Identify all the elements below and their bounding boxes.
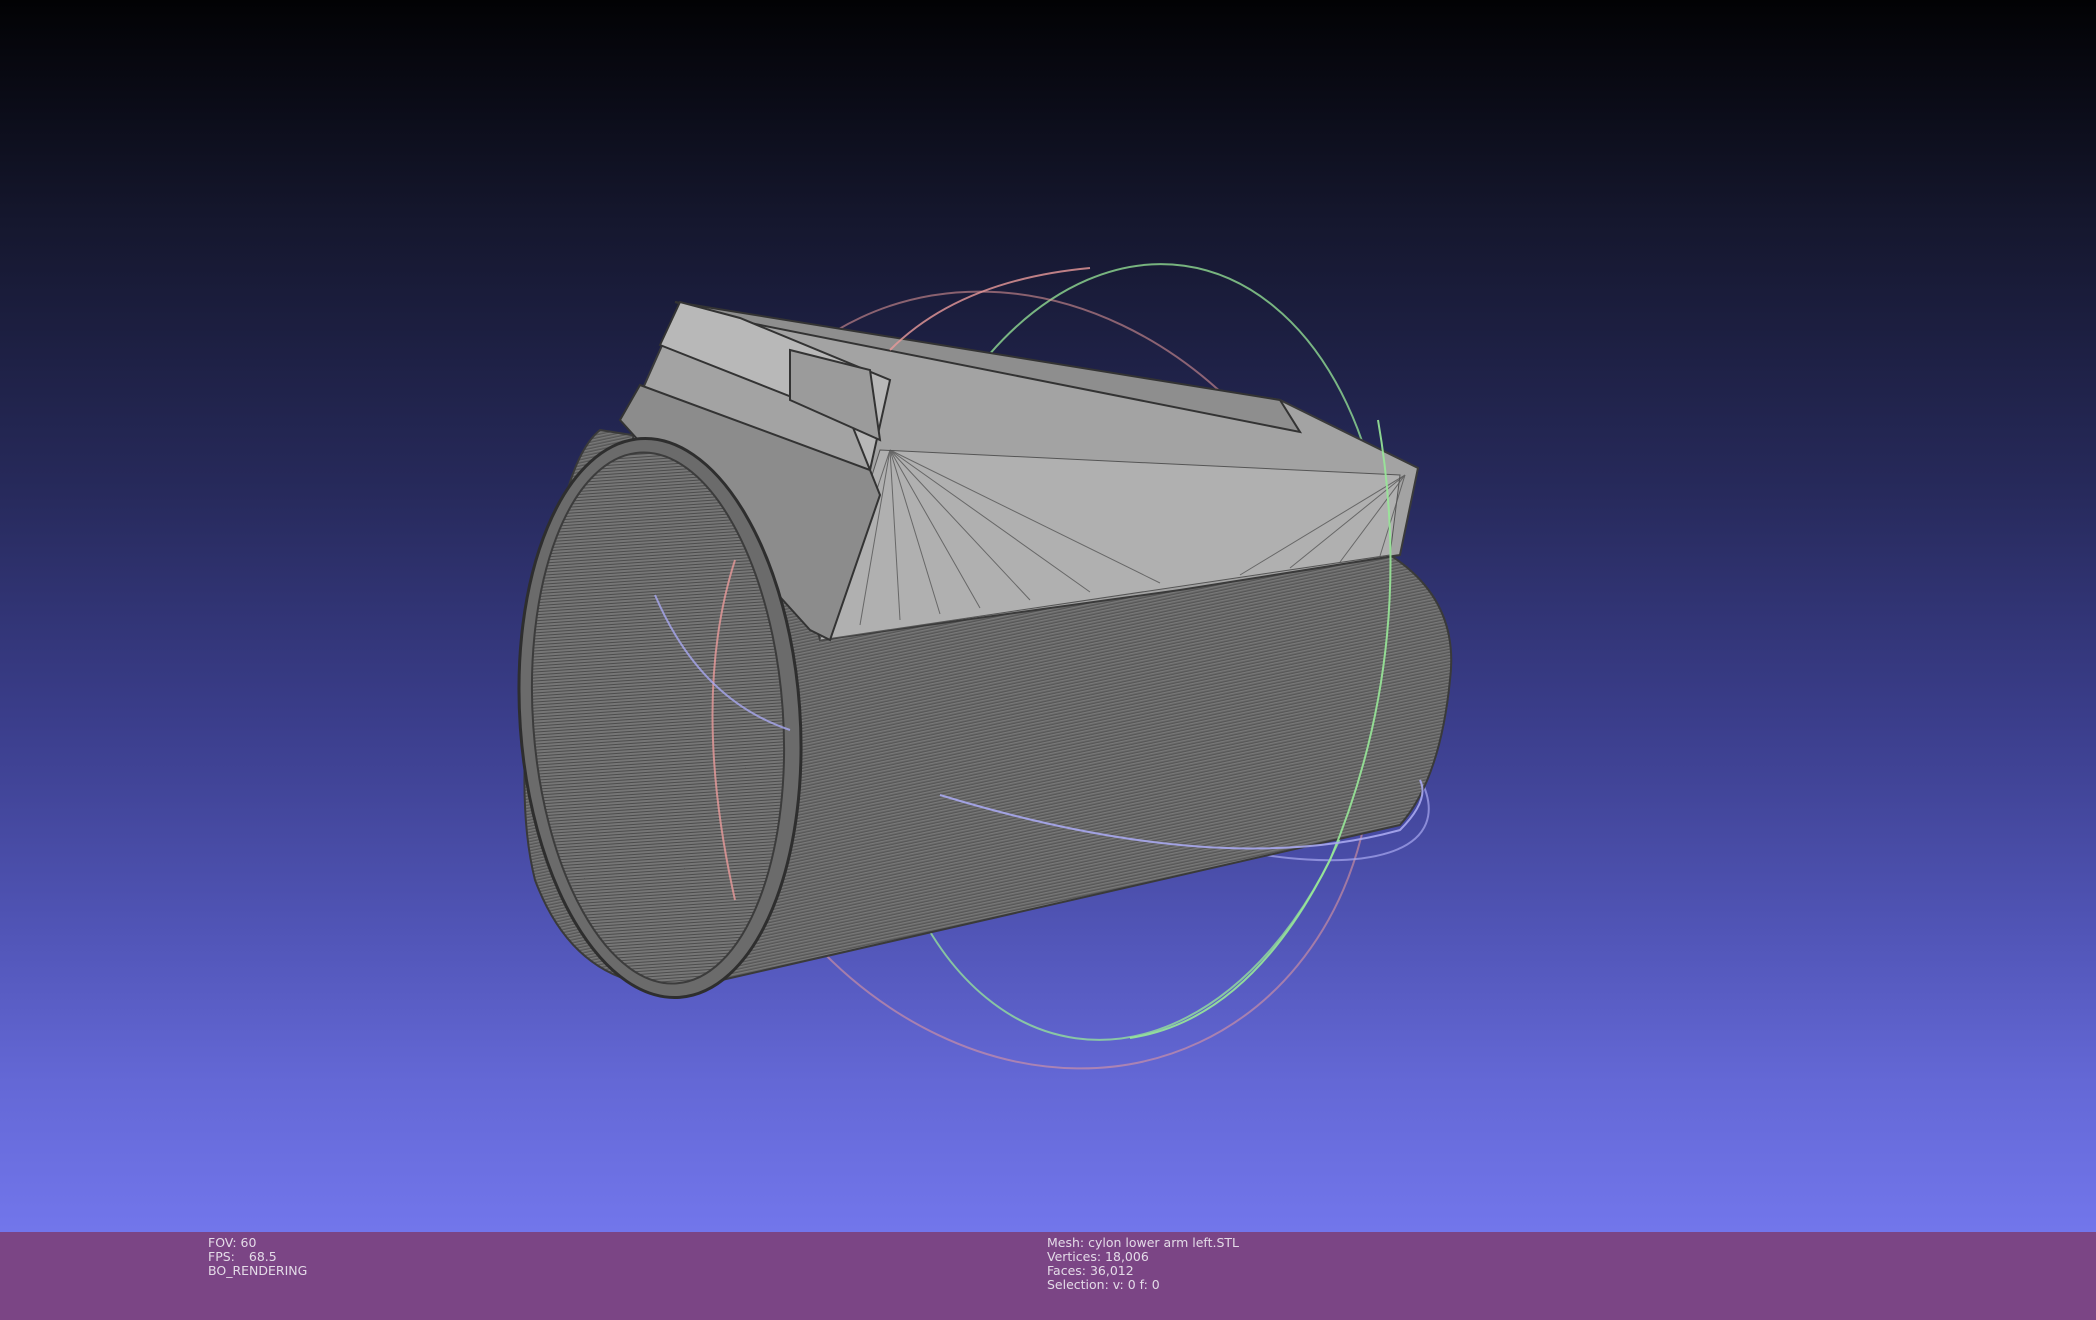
fps-value: 68.5 xyxy=(248,1249,277,1264)
mesh-model[interactable] xyxy=(501,300,1453,1007)
fov-readout: FOV: 60 xyxy=(208,1235,257,1250)
render-mode-readout: BO_RENDERING xyxy=(208,1263,308,1278)
selection-readout: Selection: v: 0 f: 0 xyxy=(1047,1277,1160,1292)
3d-viewport[interactable] xyxy=(0,0,2096,1232)
mesh-name-readout: Mesh: cylon lower arm left.STL xyxy=(1047,1235,1240,1250)
mesh-scene[interactable] xyxy=(0,0,2096,1232)
vertices-readout: Vertices: 18,006 xyxy=(1047,1249,1149,1264)
faces-readout: Faces: 36,012 xyxy=(1047,1263,1134,1278)
mesh-info-panel: Mesh: cylon lower arm left.STL Vertices:… xyxy=(1047,1236,1239,1292)
fps-readout: FPS: 68.5 xyxy=(208,1250,307,1264)
fps-label: FPS: xyxy=(208,1249,235,1264)
status-bar: FOV: 60 FPS: 68.5 BO_RENDERING Mesh: cylo… xyxy=(0,1232,2096,1320)
render-info-panel: FOV: 60 FPS: 68.5 BO_RENDERING xyxy=(208,1236,307,1278)
